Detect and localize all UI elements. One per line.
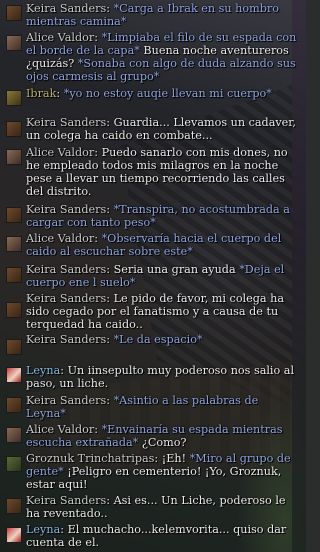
speaker-name: Keira Sanders xyxy=(26,203,107,216)
speech-text: El muchacho...kelemvorita... quiso dar c… xyxy=(26,523,287,549)
alice-portrait-icon[interactable] xyxy=(6,427,22,443)
chat-message: Leyna: Un iinsepulto muy poderoso nos sa… xyxy=(0,364,300,390)
ibrak-portrait-icon[interactable] xyxy=(6,90,22,106)
alice-portrait-icon[interactable] xyxy=(6,149,22,165)
speaker-name: Keira Sanders xyxy=(26,292,107,305)
chat-message: Groznuk Trinchatripas: ¡Eh! *Miro al gru… xyxy=(0,452,300,492)
chat-message-text: Alice Valdor: *Limpiaba el filo de su es… xyxy=(26,31,297,83)
speaker-name: Alice Valdor xyxy=(26,146,95,159)
chat-message: Keira Sanders: *Asintio a las palabras d… xyxy=(0,394,300,420)
keira-portrait-icon[interactable] xyxy=(6,267,22,283)
speaker-name: Keira Sanders xyxy=(26,2,107,15)
keira-portrait-icon[interactable] xyxy=(6,207,22,223)
speech-text: Un iinsepulto muy poderoso nos salio al … xyxy=(26,364,295,390)
chat-message-text: Keira Sanders: Asi es... Un Liche, poder… xyxy=(26,494,286,520)
keira-portrait-icon[interactable] xyxy=(6,5,22,21)
keira-portrait-icon[interactable] xyxy=(6,397,22,413)
keira-portrait-icon[interactable] xyxy=(6,121,22,137)
chat-message: Keira Sanders: Seria una gran ayuda *Dej… xyxy=(0,263,300,289)
chat-message: Alice Valdor: *Limpiaba el filo de su es… xyxy=(0,31,300,83)
emote-text: *yo no estoy auqie llevan mi cuerpo* xyxy=(63,87,272,100)
leyna-portrait-icon[interactable] xyxy=(6,527,22,543)
chat-message-text: Keira Sanders: *Carga a Ibrak en su homb… xyxy=(26,2,279,28)
alice-portrait-icon[interactable] xyxy=(6,236,22,252)
leyna-portrait-icon[interactable] xyxy=(6,367,22,383)
chat-message-text: Alice Valdor: Puedo sanarlo con mis done… xyxy=(26,146,288,198)
speaker-name: Alice Valdor xyxy=(26,423,95,436)
chat-message-text: Keira Sanders: Le pido de favor, mi cole… xyxy=(26,292,285,331)
chat-message: Keira Sanders: *Carga a Ibrak en su homb… xyxy=(0,2,300,28)
speaker-name: Alice Valdor xyxy=(26,232,95,245)
speaker-name: Ibrak xyxy=(26,87,57,100)
speaker-name: Keira Sanders xyxy=(26,333,107,346)
chat-message: Alice Valdor: *Envainaría su espada mien… xyxy=(0,423,300,449)
keira-portrait-icon[interactable] xyxy=(6,498,22,514)
groznuk-portrait-icon[interactable] xyxy=(6,456,22,472)
speech-text: ¡Peligro en cementerio! ¡Yo, Groznuk, es… xyxy=(26,465,282,491)
chat-message-text: Leyna: El muchacho...kelemvorita... quis… xyxy=(26,523,287,549)
chat-message: Alice Valdor: Puedo sanarlo con mis done… xyxy=(0,146,300,198)
speaker-name: Keira Sanders xyxy=(26,116,107,129)
chat-message: Leyna: El muchacho...kelemvorita... quis… xyxy=(0,523,300,549)
keira-portrait-icon[interactable] xyxy=(6,302,22,318)
speaker-name: Groznuk Trinchatripas xyxy=(26,452,155,465)
speaker-name: Leyna xyxy=(26,364,61,377)
chat-message-text: Ibrak: *yo no estoy auqie llevan mi cuer… xyxy=(26,87,272,100)
chat-message-text: Keira Sanders: Seria una gran ayuda *Dej… xyxy=(26,263,285,289)
chat-message-text: Keira Sanders: *Asintio a las palabras d… xyxy=(26,394,259,420)
chat-message-text: Keira Sanders: Guardia... Llevamos un ca… xyxy=(26,116,296,142)
speaker-name: Keira Sanders xyxy=(26,494,107,507)
chat-message: Ibrak: *yo no estoy auqie llevan mi cuer… xyxy=(0,87,300,113)
speaker-name: Keira Sanders xyxy=(26,394,107,407)
chat-message-text: Alice Valdor: *Envainaría su espada mien… xyxy=(26,423,283,449)
alice-portrait-icon[interactable] xyxy=(6,35,22,51)
chat-message-text: Keira Sanders: *Transpira, no acostumbra… xyxy=(26,203,290,229)
chat-message: Keira Sanders: *Le da espacio* xyxy=(0,333,300,355)
speaker-name: Alice Valdor xyxy=(26,31,95,44)
chat-message-text: Alice Valdor: *Observaría hacia el cuerp… xyxy=(26,232,282,258)
speech-text: ¡Eh! xyxy=(161,452,190,465)
speaker-name: Leyna xyxy=(26,523,61,536)
chat-message: Keira Sanders: Le pido de favor, mi cole… xyxy=(0,292,300,332)
speech-text: Seria una gran ayuda xyxy=(113,263,240,276)
chat-message-text: Groznuk Trinchatripas: ¡Eh! *Miro al gru… xyxy=(26,452,291,491)
speech-text: ¿Como? xyxy=(138,436,187,449)
chat-log[interactable]: Keira Sanders: *Carga a Ibrak en su homb… xyxy=(0,0,306,552)
chat-message: Keira Sanders: *Transpira, no acostumbra… xyxy=(0,203,300,229)
chat-message: Keira Sanders: Asi es... Un Liche, poder… xyxy=(0,494,300,520)
emote-text: *Le da espacio* xyxy=(113,333,203,346)
chat-message-text: Leyna: Un iinsepulto muy poderoso nos sa… xyxy=(26,364,295,390)
speaker-name: Keira Sanders xyxy=(26,263,107,276)
chat-message-text: Keira Sanders: *Le da espacio* xyxy=(26,333,203,346)
keira-portrait-icon[interactable] xyxy=(6,339,22,355)
chat-message: Alice Valdor: *Observaría hacia el cuerp… xyxy=(0,232,300,258)
chat-message: Keira Sanders: Guardia... Llevamos un ca… xyxy=(0,116,300,142)
